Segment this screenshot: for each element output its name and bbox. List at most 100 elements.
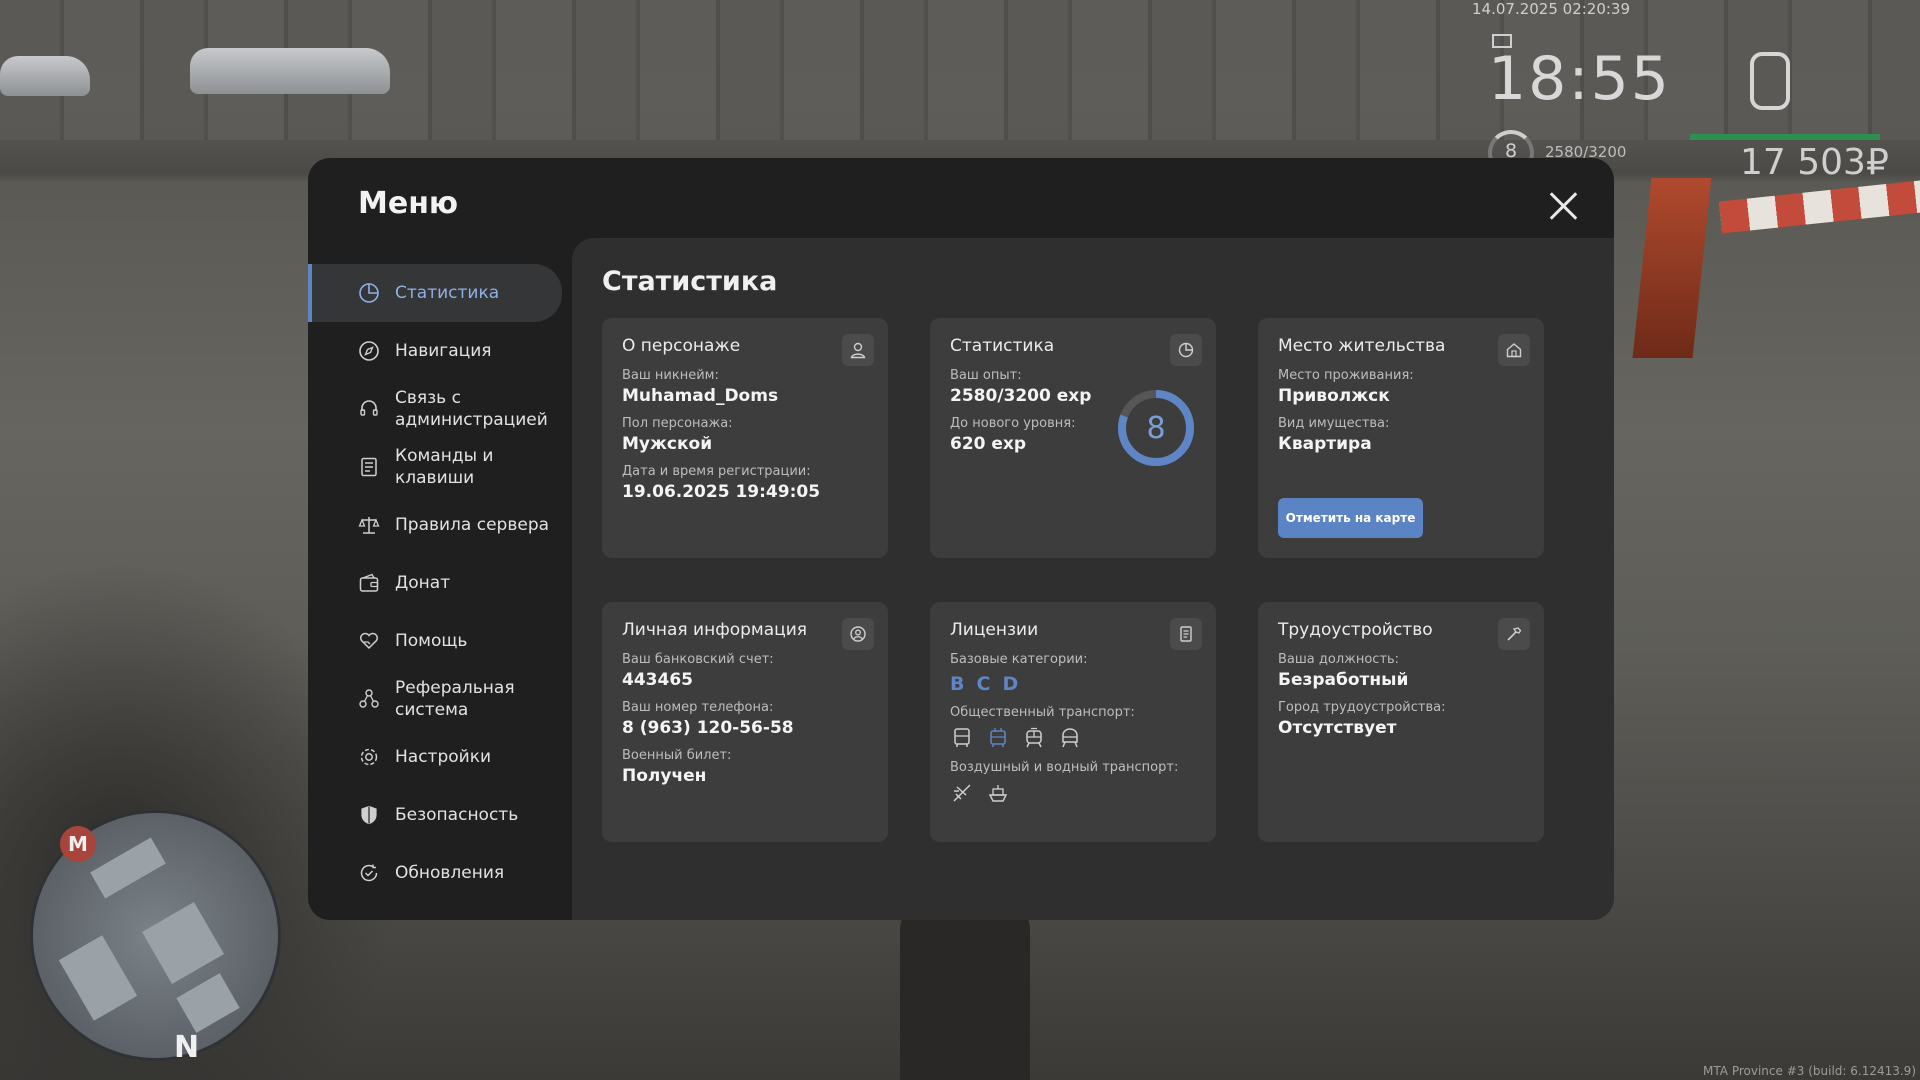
registration-label: Дата и время регистрации:: [622, 464, 811, 479]
bus-icon: [950, 726, 974, 750]
sidebar-item-settings[interactable]: Настройки: [308, 728, 564, 786]
pie-chart-icon: [1170, 334, 1202, 366]
sidebar-item-admin-contact[interactable]: Связь с администрацией: [308, 380, 564, 438]
background-car: [0, 56, 90, 96]
nickname-value: Muhamad_Doms: [622, 386, 779, 406]
license-categories: B C D: [950, 673, 1196, 695]
gender-value: Мужской: [622, 434, 713, 454]
public-transport-icons: [950, 726, 1196, 750]
hud-datetime: 14.07.2025 02:20:39: [1472, 0, 1631, 18]
trolleybus-icon: [986, 726, 1010, 750]
residence-value: Приволжск: [1278, 386, 1390, 406]
phone-label: Ваш номер телефона:: [622, 700, 774, 715]
card-title: Лицензии: [950, 620, 1039, 640]
list-icon: [358, 456, 380, 478]
phone-value: 8 (963) 120-56-58: [622, 718, 794, 738]
sidebar-item-label: Навигация: [395, 341, 492, 361]
sidebar-item-label: Настройки: [395, 747, 492, 767]
exp-label: Ваш опыт:: [950, 368, 1022, 383]
card-title: Трудоустройство: [1278, 620, 1433, 640]
license-category: C: [976, 673, 991, 695]
sidebar-item-security[interactable]: Безопасность: [308, 786, 564, 844]
menu-title: Меню: [358, 186, 459, 221]
sidebar-item-label: Безопасность: [395, 805, 519, 825]
residence-label: Место проживания:: [1278, 368, 1414, 383]
air-water-transport-icons: [950, 781, 1196, 805]
level-value: 8: [1146, 410, 1166, 446]
sidebar-item-commands[interactable]: Команды и клавиши: [308, 438, 564, 496]
gear-icon: [358, 746, 380, 768]
position-label: Ваша должность:: [1278, 652, 1400, 667]
sidebar: Статистика Навигация Связь с администрац…: [308, 264, 564, 902]
sidebar-item-navigation[interactable]: Навигация: [308, 322, 564, 380]
sidebar-item-label: Команды и клавиши: [395, 446, 494, 488]
minimap-north: N: [174, 1030, 200, 1065]
sidebar-item-label: Обновления: [395, 863, 505, 883]
sidebar-item-help[interactable]: Помощь: [308, 612, 564, 670]
card-title: Статистика: [950, 336, 1055, 356]
card-title: Место жительства: [1278, 336, 1446, 356]
compass-icon: [358, 340, 380, 362]
work-city-label: Город трудоустройства:: [1278, 700, 1446, 715]
house-icon: [1498, 334, 1530, 366]
sidebar-item-donate[interactable]: Донат: [308, 554, 564, 612]
property-label: Вид имущества:: [1278, 416, 1390, 431]
close-icon[interactable]: [1548, 191, 1578, 221]
sidebar-item-label: Донат: [395, 573, 451, 593]
hud-clock: 18:55: [1488, 44, 1671, 114]
fist-icon: [1750, 52, 1790, 110]
background-barrier: [1632, 178, 1712, 358]
refresh-check-icon: [358, 862, 380, 884]
metro-icon: [1058, 726, 1082, 750]
military-label: Военный билет:: [622, 748, 732, 763]
property-value: Квартира: [1278, 434, 1372, 454]
sidebar-item-updates[interactable]: Обновления: [308, 844, 564, 902]
sidebar-item-statistics[interactable]: Статистика: [308, 264, 562, 322]
background-player: [900, 900, 1030, 1080]
card-character: О персонаже Ваш никнейм: Muhamad_Doms По…: [602, 318, 888, 558]
tram-icon: [1022, 726, 1046, 750]
registration-value: 19.06.2025 19:49:05: [622, 482, 821, 502]
card-personal-info: Личная информация Ваш банковский счет: 4…: [602, 602, 888, 842]
license-category: D: [1002, 673, 1019, 695]
build-version: MTA Province #3 (build: 6.12413.9): [1703, 1064, 1916, 1078]
work-city-value: Отсутствует: [1278, 718, 1397, 738]
user-icon: [842, 334, 874, 366]
sidebar-item-label: Реферальная система: [395, 678, 515, 720]
license-category: B: [950, 673, 965, 695]
sidebar-item-label: Помощь: [395, 631, 468, 651]
sidebar-item-label: Правила сервера: [395, 515, 550, 535]
base-categories-label: Базовые категории:: [950, 652, 1088, 667]
pie-chart-icon: [358, 282, 380, 304]
plane-icon: [950, 781, 974, 805]
wallet-icon: [358, 572, 380, 594]
bank-account-label: Ваш банковский счет:: [622, 652, 774, 667]
hud-health-bar: [1690, 134, 1880, 140]
background-barrier-arm: [1718, 178, 1920, 234]
mark-on-map-button[interactable]: Отметить на карте: [1278, 498, 1423, 538]
shield-icon: [358, 804, 380, 826]
background-police-car: [190, 48, 390, 94]
hud-money: 17 503₽: [1740, 142, 1889, 183]
public-transport-label: Общественный транспорт:: [950, 705, 1135, 720]
sidebar-item-rules[interactable]: Правила сервера: [308, 496, 564, 554]
air-water-transport-label: Воздушный и водный транспорт:: [950, 760, 1179, 775]
minimap-marker-m: M: [60, 826, 96, 862]
document-icon: [1170, 618, 1202, 650]
menu-window: Меню Статистика Навигация Связь с админи…: [308, 158, 1614, 920]
headset-icon: [358, 398, 380, 420]
page-title: Статистика: [602, 266, 778, 297]
sidebar-item-referral[interactable]: Реферальная система: [308, 670, 564, 728]
user-circle-icon: [842, 618, 874, 650]
content-panel: Статистика О персонаже Ваш никнейм: Muha…: [572, 238, 1614, 920]
card-employment: Трудоустройство Ваша должность: Безработ…: [1258, 602, 1544, 842]
referral-icon: [358, 688, 380, 710]
position-value: Безработный: [1278, 670, 1409, 690]
scales-icon: [358, 514, 380, 536]
ship-icon: [986, 781, 1010, 805]
card-title: Личная информация: [622, 620, 808, 640]
heart-hand-icon: [358, 630, 380, 652]
gender-label: Пол персонажа:: [622, 416, 733, 431]
card-statistics: Статистика Ваш опыт: 2580/3200 exp До но…: [930, 318, 1216, 558]
sidebar-item-label: Связь с администрацией: [395, 388, 548, 430]
